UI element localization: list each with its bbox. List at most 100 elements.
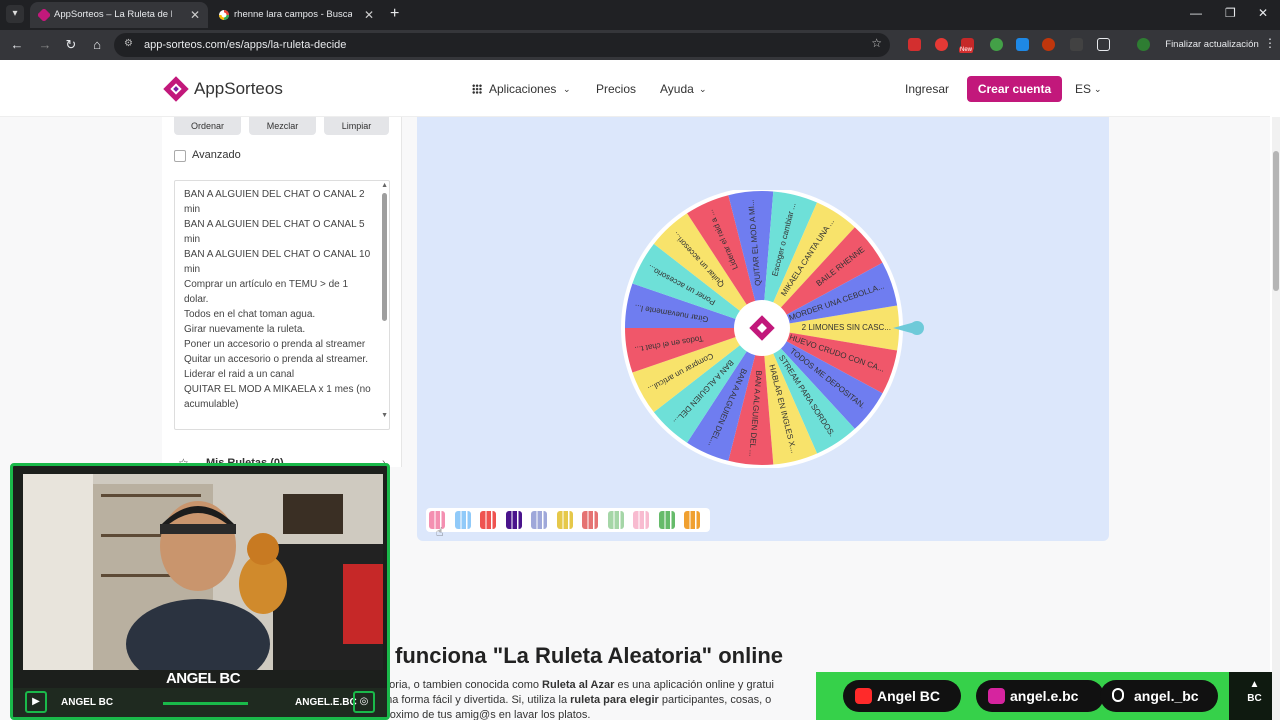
tab-close-icon[interactable]: ✕ [190,2,200,28]
adblock-extension-icon[interactable] [908,38,921,51]
site-header: AppSorteos Aplicaciones ⌄ Precios Ayuda … [0,60,1270,117]
wheel-segment-label: 2 LIMONES SIN CASC... [802,323,891,332]
entries-list[interactable]: BAN A ALGUIEN DEL CHAT O CANAL 2 min BAN … [184,187,374,412]
language-selector[interactable]: ES [1075,82,1091,96]
browser-menu-icon[interactable]: ⋮ [1264,36,1276,50]
entries-panel: Ordenar Mezclar Limpiar Avanzado BAN A A… [162,117,402,470]
streamer-name: ANGEL BC [165,670,241,687]
social-handle: angel.e.bc [1010,688,1079,704]
page-scrollbar[interactable] [1272,117,1280,720]
entry-line: Quitar un accesorio o prenda al streamer… [184,354,368,365]
bookmark-star-icon[interactable]: ☆ [871,36,882,50]
sort-button[interactable]: Ordenar [174,117,241,135]
tab-google-search[interactable]: rhenne lara campos - Buscar co ✕ [210,2,382,28]
youtube-icon [855,688,872,704]
page-scroll-thumb[interactable] [1273,151,1279,291]
entry-line: Todos en el chat toman agua. [184,309,316,320]
palette-swatch[interactable] [633,511,649,529]
tab-title: AppSorteos – La Ruleta de la Su [54,9,172,20]
entry-line: BAN A ALGUIEN DEL CHAT O CANAL 2 min [184,189,368,215]
palette-swatch[interactable] [480,511,496,529]
palette-swatch[interactable] [505,511,522,529]
signup-button[interactable]: Crear cuenta [967,76,1062,102]
chevron-down-icon[interactable]: ⌄ [563,84,571,95]
entry-line: QUITAR EL MOD A MIKAELA x 1 mes (no acum… [184,384,374,410]
nav-precios[interactable]: Precios [596,82,636,96]
palette-swatch[interactable] [582,511,598,529]
extension-icon[interactable] [1042,38,1055,51]
palette-swatch[interactable] [684,511,700,529]
forward-icon[interactable]: → [36,36,54,54]
section-heading: funciona "La Ruleta Aleatoria" online [395,643,783,668]
palette-swatch[interactable] [454,511,471,529]
social-bar: Angel BC angel.e.bc angel._bc [816,672,1280,720]
social-youtube: Angel BC [843,680,961,712]
youtube-icon: ▶ [25,691,47,713]
palette-swatch[interactable] [556,511,573,529]
advanced-label: Avanzado [192,149,241,161]
clear-button[interactable]: Limpiar [324,117,389,135]
left-handle: ANGEL BC [61,697,114,708]
webcam-video [23,474,383,670]
tab-title: rhenne lara campos - Buscar co [234,9,352,20]
home-icon[interactable]: ⌂ [88,36,106,54]
para-text: una forma fácil y divertida. Si, utiliza… [380,694,571,706]
instagram-icon [988,688,1005,704]
social-instagram: angel.e.bc [976,680,1104,712]
tab-search-icon[interactable]: ▾ [6,5,24,23]
extension-icon[interactable] [935,38,948,51]
para-text: participantes, cosas, o [658,694,772,706]
entry-line: BAN A ALGUIEN DEL CHAT O CANAL 10 min [184,249,373,275]
shuffle-button[interactable]: Mezclar [249,117,316,135]
entry-line: Girar nuevamente la ruleta. [184,324,306,335]
textarea-scrollbar[interactable] [382,193,387,321]
new-tab-icon[interactable]: + [390,4,399,24]
wheel-pointer-knob [910,321,924,335]
right-handle: ANGEL.E.BC [295,697,357,708]
reload-icon[interactable]: ↻ [62,36,80,54]
palette-swatch[interactable] [607,511,624,529]
footer-accent-bar [163,702,248,705]
minimize-icon[interactable]: — [1190,6,1202,20]
nav-aplicaciones[interactable]: Aplicaciones [489,82,556,96]
extension-icon[interactable] [990,38,1003,51]
apps-grid-icon[interactable] [472,84,482,94]
chevron-down-icon[interactable]: ⌄ [1094,84,1102,95]
address-bar[interactable]: ⚙ app-sorteos.com/es/apps/la-ruleta-deci… [114,33,890,57]
tiktok-icon [1112,688,1124,702]
entry-line: BAN A ALGUIEN DEL CHAT O CANAL 5 min [184,219,368,245]
profile-avatar-icon[interactable] [1137,38,1150,51]
brand-name[interactable]: AppSorteos [194,79,283,99]
google-favicon-icon [219,10,229,20]
scroll-up-icon[interactable]: ▲ [381,182,388,189]
entries-textarea[interactable]: BAN A ALGUIEN DEL CHAT O CANAL 2 min BAN … [174,180,390,430]
entry-line: Liderar el raid a un canal [184,369,295,380]
para-text: es una aplicación online y gratui [614,679,774,691]
webcam-overlay: ANGEL BC ▶ ANGEL BC ANGEL.E.BC ◎ [10,463,390,720]
extensions-puzzle-icon[interactable] [1097,38,1110,51]
extension-icon[interactable] [1016,38,1029,51]
appsorteos-favicon-icon [38,9,50,21]
extension-icon[interactable] [1070,38,1083,51]
restore-icon[interactable]: ❐ [1225,6,1236,20]
spin-wheel[interactable]: 2 LIMONES SIN CASC...HUEVO CRUDO CON CA.… [617,190,929,468]
palette-swatch[interactable] [658,511,675,529]
nav-ayuda[interactable]: Ayuda [660,82,694,96]
para-bold: Ruleta al Azar [542,679,615,691]
tab-close-icon[interactable]: ✕ [364,2,374,28]
palette-swatch[interactable] [531,511,547,529]
url-text[interactable]: app-sorteos.com/es/apps/la-ruleta-decide [144,33,346,57]
tab-appsorteos[interactable]: AppSorteos – La Ruleta de la Su ✕ [30,2,208,28]
close-window-icon[interactable]: ✕ [1258,6,1268,20]
finish-update-button[interactable]: Finalizar actualización [1160,34,1264,56]
new-badge: New [959,47,974,53]
back-icon[interactable]: ← [8,36,26,54]
login-link[interactable]: Ingresar [905,82,949,96]
channel-logo-text: BC [1247,693,1262,704]
site-info-icon[interactable]: ⚙ [124,38,136,50]
scroll-down-icon[interactable]: ▼ [381,412,388,419]
advanced-checkbox[interactable] [174,150,186,162]
chevron-down-icon[interactable]: ⌄ [699,84,707,95]
appsorteos-logo-icon[interactable] [162,75,190,103]
social-handle: angel._bc [1134,688,1199,704]
